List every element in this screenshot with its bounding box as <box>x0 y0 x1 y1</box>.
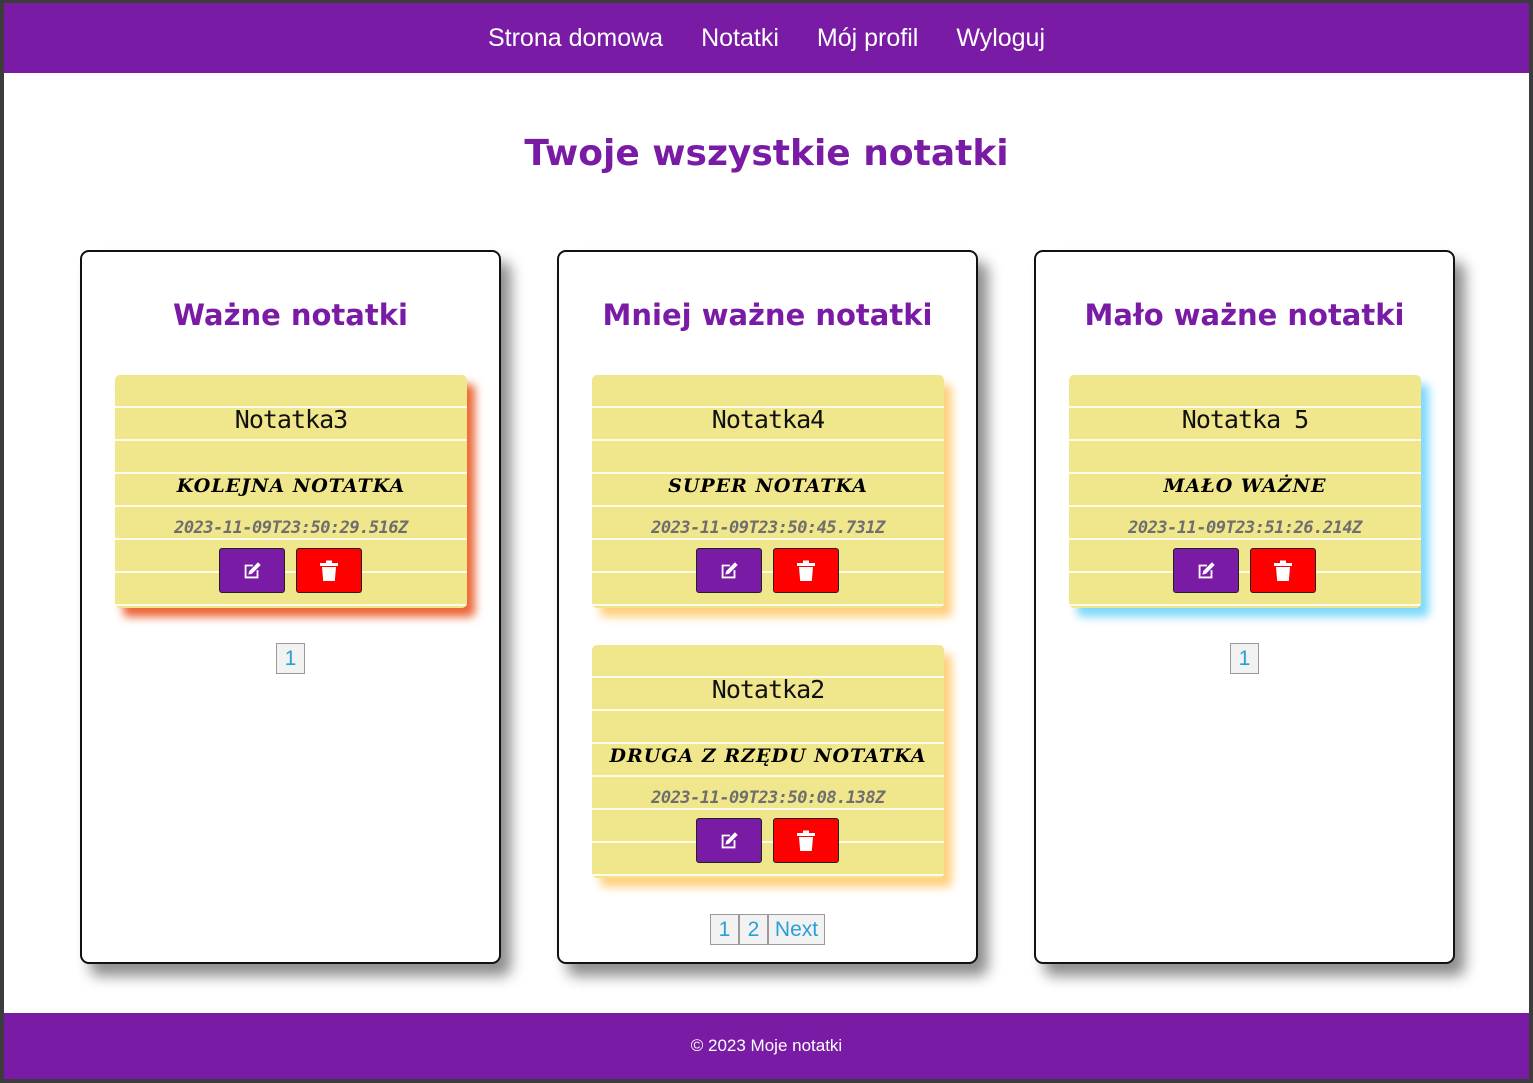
note-card: Notatka2 Druga z rzędu notatka 2023-11-0… <box>592 645 944 878</box>
delete-note-button[interactable] <box>1250 548 1316 593</box>
page-button-1[interactable]: 1 <box>709 914 739 945</box>
note-content: Druga z rzędu notatka <box>609 745 927 767</box>
note-title: Notatka4 <box>711 405 825 434</box>
nav-link-profile[interactable]: Mój profil <box>817 24 918 53</box>
page-title: Twoje wszystkie notatki <box>524 133 1009 174</box>
note-title: Notatka3 <box>234 405 348 434</box>
trash-icon <box>1274 560 1292 581</box>
note-content: Mało ważne <box>1163 475 1327 497</box>
note-title: Notatka 5 <box>1181 405 1309 434</box>
footer-copyright: © 2023 Moje notatki <box>690 1036 843 1055</box>
column-important: Ważne notatki Notatka3 Kolejna notatka 2… <box>80 250 501 964</box>
column-title: Ważne notatki <box>173 298 408 332</box>
edit-icon <box>244 561 261 578</box>
edit-note-button[interactable] <box>219 548 285 593</box>
footer: © 2023 Moje notatki <box>4 1013 1529 1079</box>
note-date: 2023-11-09T23:50:08.138Z <box>651 788 885 808</box>
delete-note-button[interactable] <box>296 548 362 593</box>
trash-icon <box>797 560 815 581</box>
note-card: Notatka4 Super notatka 2023-11-09T23:50:… <box>592 375 944 608</box>
delete-note-button[interactable] <box>773 548 839 593</box>
note-card: Notatka3 Kolejna notatka 2023-11-09T23:5… <box>115 375 467 608</box>
column-title: Mało ważne notatki <box>1084 298 1405 332</box>
note-card: Notatka 5 Mało ważne 2023-11-09T23:51:26… <box>1069 375 1421 608</box>
note-content: Kolejna notatka <box>176 475 406 497</box>
page-button-2[interactable]: 2 <box>738 914 768 945</box>
nav-link-logout[interactable]: Wyloguj <box>956 24 1045 53</box>
nav-link-notes[interactable]: Notatki <box>701 24 779 53</box>
note-title: Notatka2 <box>711 675 825 704</box>
note-date: 2023-11-09T23:50:29.516Z <box>174 518 408 538</box>
note-content: Super notatka <box>668 475 868 497</box>
pagination: 1 2 Next <box>559 914 976 945</box>
edit-icon <box>721 831 738 848</box>
page-button-1[interactable]: 1 <box>1230 643 1259 674</box>
pagination: 1 <box>1036 643 1453 674</box>
edit-note-button[interactable] <box>696 548 762 593</box>
page-button-next[interactable]: Next <box>767 914 826 945</box>
column-least-important: Mało ważne notatki Notatka 5 Mało ważne … <box>1034 250 1455 964</box>
delete-note-button[interactable] <box>773 818 839 863</box>
note-date: 2023-11-09T23:51:26.214Z <box>1128 518 1362 538</box>
column-less-important: Mniej ważne notatki Notatka4 Super notat… <box>557 250 978 964</box>
edit-note-button[interactable] <box>1173 548 1239 593</box>
trash-icon <box>797 830 815 851</box>
edit-icon <box>1198 561 1215 578</box>
app-window: Strona domowa Notatki Mój profil Wyloguj… <box>4 3 1529 1079</box>
nav-link-home[interactable]: Strona domowa <box>488 24 663 53</box>
page-button-1[interactable]: 1 <box>276 643 305 674</box>
navbar: Strona domowa Notatki Mój profil Wyloguj <box>4 3 1529 73</box>
edit-icon <box>721 561 738 578</box>
trash-icon <box>320 560 338 581</box>
column-title: Mniej ważne notatki <box>602 298 933 332</box>
pagination: 1 <box>82 643 499 674</box>
edit-note-button[interactable] <box>696 818 762 863</box>
note-date: 2023-11-09T23:50:45.731Z <box>651 518 885 538</box>
